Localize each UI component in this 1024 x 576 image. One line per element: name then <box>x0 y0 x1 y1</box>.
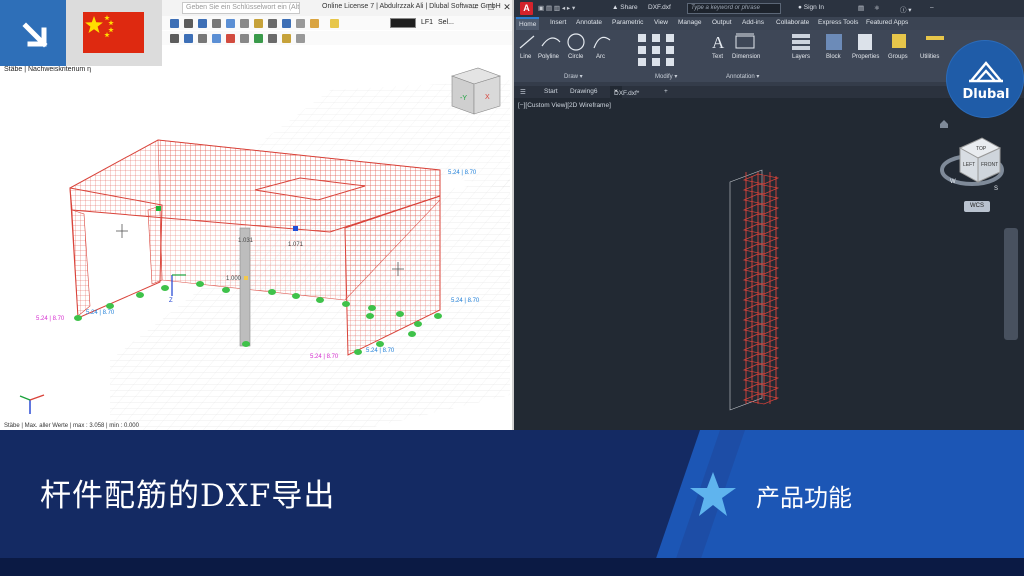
dim-label: 5.24 | 8.70 <box>36 316 65 322</box>
rebar-line <box>742 223 780 235</box>
arrow-down-right-icon <box>22 22 48 48</box>
rebar-line <box>742 203 780 215</box>
rebar-line <box>742 343 780 355</box>
banner-feature-label: 产品功能 <box>756 484 852 512</box>
svg-text:FRONT: FRONT <box>981 162 998 168</box>
global-axes <box>19 394 45 414</box>
frame-column[interactable] <box>147 205 163 285</box>
support-marker <box>268 289 276 295</box>
china-flag-icon <box>83 12 144 53</box>
node-marker[interactable] <box>293 226 298 231</box>
rebar-line <box>742 373 780 385</box>
svg-text:TOP: TOP <box>976 146 987 152</box>
dim-label: 5.24 | 8.70 <box>366 348 395 354</box>
rebar-line <box>742 393 780 405</box>
support-marker <box>136 292 144 298</box>
rebar-line <box>742 333 780 345</box>
axis-z-label: Z <box>169 298 173 304</box>
support-marker <box>196 281 204 287</box>
rebar-line <box>742 173 780 185</box>
rebar-line <box>742 303 780 315</box>
home-icon[interactable] <box>940 120 948 128</box>
rebar-cage[interactable] <box>729 169 780 411</box>
support-marker <box>106 303 114 309</box>
left-column[interactable] <box>71 209 91 317</box>
support-marker <box>366 313 374 319</box>
rebar-line <box>742 213 780 225</box>
banner-title: 杆件配筋的DXF导出 <box>40 478 336 514</box>
title-banner: 杆件配筋的DXF导出 产品功能 <box>0 430 1024 576</box>
rebar-line <box>742 283 780 295</box>
svg-text:LEFT: LEFT <box>963 162 975 168</box>
support-marker <box>368 305 376 311</box>
support-marker <box>242 341 250 347</box>
value-label: 1.031 <box>238 238 254 244</box>
support-marker <box>408 331 416 337</box>
support-marker <box>316 297 324 303</box>
support-marker <box>376 341 384 347</box>
view-cube[interactable]: -Y X <box>451 67 501 115</box>
support-marker <box>434 313 442 319</box>
wcs-menu[interactable]: WCS <box>964 201 990 212</box>
rebar-line <box>742 363 780 375</box>
dim-label: 5.24 | 8.70 <box>310 354 339 360</box>
star-icon <box>690 472 736 516</box>
node-marker[interactable] <box>244 276 248 280</box>
rebar-line <box>742 243 780 255</box>
rebar-line <box>742 193 780 205</box>
rebar-line <box>742 313 780 325</box>
dlubal-arrow-tile <box>0 0 66 66</box>
node-marker[interactable] <box>156 206 161 211</box>
svg-text:-Y: -Y <box>460 95 467 102</box>
dim-label: 5.24 | 8.70 <box>86 310 115 316</box>
svg-text:W: W <box>950 179 956 185</box>
rebar-line <box>742 233 780 245</box>
dlubal-logo: Dlubal <box>946 40 1024 118</box>
svg-text:X: X <box>485 94 490 101</box>
support-marker <box>222 287 230 293</box>
front-column[interactable] <box>239 227 251 347</box>
rebar-line <box>742 293 780 305</box>
rfem-status-text: Stäbe | Max. aller Werte | max : 3.058 |… <box>4 423 139 429</box>
rebar-line <box>742 353 780 365</box>
support-marker <box>354 349 362 355</box>
value-label: 1.000 <box>226 276 242 282</box>
rebar-line <box>742 183 780 195</box>
dim-label: 5.24 | 8.70 <box>451 298 480 304</box>
autocad-viewcube[interactable]: TOP LEFT FRONT W S <box>940 137 1004 192</box>
rebar-line <box>742 273 780 285</box>
rebar-line <box>742 383 780 395</box>
support-marker <box>161 285 169 291</box>
svg-text:S: S <box>994 186 998 192</box>
support-marker <box>342 301 350 307</box>
support-marker <box>396 311 404 317</box>
rebar-line <box>742 263 780 275</box>
rebar-line <box>742 253 780 265</box>
support-marker <box>74 315 82 321</box>
navigation-bar[interactable] <box>1004 228 1018 340</box>
dim-label: 5.24 | 8.70 <box>448 170 477 176</box>
dlubal-logo-text: Dlubal <box>962 87 1010 102</box>
value-label: 1.071 <box>288 242 304 248</box>
rebar-line <box>742 323 780 335</box>
banner-bottom-strip <box>0 558 1024 576</box>
support-marker <box>414 321 422 327</box>
support-marker <box>292 293 300 299</box>
